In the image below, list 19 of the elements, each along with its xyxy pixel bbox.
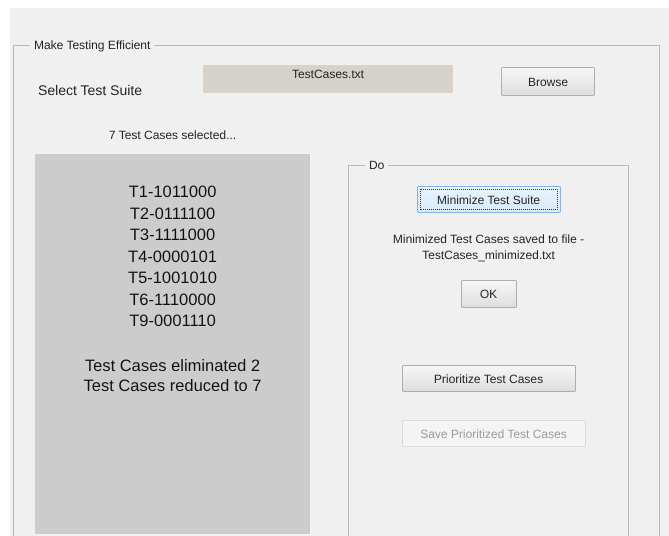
summary-line: Test Cases eliminated 2 [84, 356, 262, 376]
test-case-line: T2-0111100 [128, 204, 216, 224]
test-case-line: T5-1001010 [127, 268, 218, 289]
action-button[interactable]: OK [460, 280, 516, 308]
file-path-field[interactable]: TestCases.txt [203, 65, 453, 93]
action-button[interactable]: Prioritize Test Cases [402, 365, 576, 392]
field-label: Select Test Suite [38, 82, 144, 98]
selection-status: 7 Test Cases selected... [108, 128, 238, 142]
summary-line: Test Cases reduced to 7 [82, 376, 262, 396]
test-case-line: T9-0001110 [128, 311, 217, 332]
test-case-line: T3-1111000 [128, 225, 216, 246]
action-button[interactable]: Minimize Test Suite [416, 186, 560, 213]
group-title: Do [365, 158, 388, 172]
test-case-line: T4-0000101 [127, 246, 218, 268]
status-message: Minimized Test Cases saved to file - TestCases_minimized.txt [392, 231, 584, 263]
test-case-line: T1-1011000 [128, 182, 218, 203]
group-title: Make Testing Efficient [30, 38, 154, 52]
browse-button[interactable]: Browse [501, 67, 595, 96]
test-case-line: T6-1110000 [128, 290, 217, 310]
